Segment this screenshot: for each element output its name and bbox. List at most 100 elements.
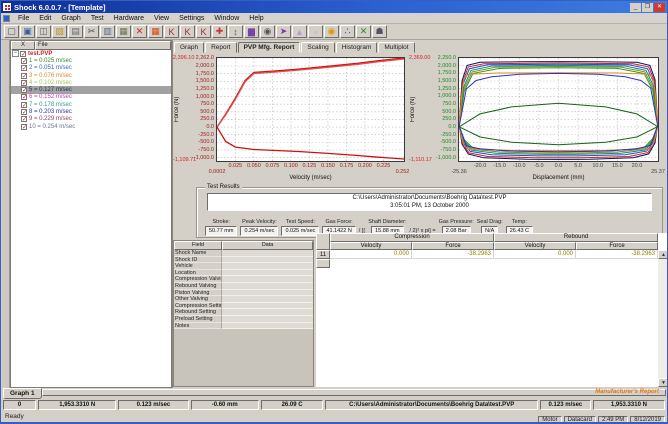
menu-edit[interactable]: Edit	[35, 15, 55, 22]
field-value-cell[interactable]	[222, 263, 313, 270]
close-test-button[interactable]: ✕	[356, 25, 371, 38]
new-file-button[interactable]: ▢	[4, 25, 19, 38]
checkbox-icon[interactable]: ✓	[21, 116, 27, 122]
close-button[interactable]: ✕	[654, 3, 665, 12]
tree-root-item[interactable]: −✓test.PVP	[11, 50, 171, 57]
field-value-cell[interactable]	[222, 316, 313, 323]
tab-scaling[interactable]: Scaling	[301, 42, 334, 53]
tree-item-8[interactable]: ✓8 = 0.203 m/sec	[11, 108, 171, 115]
tab-multiplot[interactable]: Multiplot	[378, 42, 414, 53]
checkbox-icon[interactable]: ✓	[21, 58, 27, 64]
tree-item-7[interactable]: ✓7 = 0.178 m/sec	[11, 101, 171, 108]
user-button[interactable]: ☗	[372, 25, 387, 38]
scroll-track[interactable]	[658, 259, 668, 378]
print-preview-button[interactable]: ◫	[36, 25, 51, 38]
snapshot-button[interactable]: ◉	[260, 25, 275, 38]
tree-item-9[interactable]: ✓9 = 0.229 m/sec	[11, 116, 171, 123]
tree-item-10[interactable]: ✓10 = 0.254 m/sec	[11, 123, 171, 130]
checkbox-icon[interactable]: ✓	[21, 80, 27, 86]
table-scrollbar[interactable]: ▲▼	[658, 250, 668, 387]
menu-window[interactable]: Window	[210, 15, 243, 22]
checkbox-icon[interactable]: ✓	[21, 73, 27, 79]
vertical-cursor-button[interactable]: ↕	[228, 25, 243, 38]
field-value-cell[interactable]	[222, 323, 313, 330]
warning-button[interactable]: ▲	[292, 25, 307, 38]
tab-graph[interactable]: Graph	[174, 42, 204, 53]
delete-icon: ✕	[136, 26, 144, 37]
checkbox-icon[interactable]: ✓	[20, 51, 26, 57]
peak-marker-2-button[interactable]: K	[180, 25, 195, 38]
menu-help[interactable]: Help	[245, 15, 267, 22]
tab-histogram[interactable]: Histogram	[336, 42, 378, 53]
graph1-tab[interactable]: Graph 1	[3, 388, 42, 399]
tree-item-6[interactable]: ✓6 = 0.152 m/sec	[11, 94, 171, 101]
tab-report[interactable]: Report	[205, 42, 237, 53]
peak-marker-1-button[interactable]: K	[164, 25, 179, 38]
test-field-peak-velocity-: Peak Velocity:0.254 m/sec	[240, 219, 278, 236]
blank-button[interactable]: ▫	[308, 25, 323, 38]
cut-button[interactable]: ✂	[84, 25, 99, 38]
tree-item-4[interactable]: ✓4 = 0.102 m/sec	[11, 79, 171, 86]
menu-graph[interactable]: Graph	[57, 15, 84, 22]
field-value-cell[interactable]	[222, 290, 313, 297]
crosshair-button[interactable]: ✚	[212, 25, 227, 38]
field-value-cell[interactable]	[222, 309, 313, 316]
tab-pvp-mfg-report[interactable]: PVP Mfg. Report	[238, 42, 301, 53]
scroll-down-icon[interactable]: ▼	[658, 378, 668, 387]
field-value-cell[interactable]	[222, 296, 313, 303]
checkbox-icon[interactable]: ✓	[21, 109, 27, 115]
displacement-force-chart[interactable]: 2,250.02,000.01,750.01,500.01,250.01,000…	[409, 53, 667, 186]
peak-marker-3-button[interactable]: K	[196, 25, 211, 38]
print-button[interactable]: ▤	[68, 25, 83, 38]
checkbox-icon[interactable]: ✓	[21, 102, 27, 108]
save-button[interactable]: ▣	[20, 25, 35, 38]
field-name: Rebound Valving	[174, 283, 222, 290]
checkbox-icon[interactable]: ✓	[21, 87, 27, 93]
paste-button[interactable]: ▦	[116, 25, 131, 38]
tree-item-2[interactable]: ✓2 = 0.051 m/sec	[11, 65, 171, 72]
bottom-tab-row: Graph 1	[1, 388, 667, 399]
y-tick: 250.0	[409, 116, 456, 122]
tree-header-check[interactable]: X	[11, 41, 35, 50]
minimize-button[interactable]: _	[630, 3, 641, 12]
field-value-cell[interactable]	[222, 303, 313, 310]
scatter-button[interactable]: ∴	[340, 25, 355, 38]
checkbox-icon[interactable]: ✓	[21, 65, 27, 71]
tools-button[interactable]: ➤	[276, 25, 291, 38]
field-value-cell[interactable]	[222, 270, 313, 277]
child-window-icon[interactable]	[3, 15, 10, 22]
manufacturers-report-link[interactable]: Manufacturer's Report	[595, 389, 659, 395]
field-value-cell[interactable]	[222, 283, 313, 290]
tree-item-1[interactable]: ✓1 = 0.025 m/sec	[11, 57, 171, 64]
tree-expander-icon[interactable]: −	[12, 50, 19, 57]
field-value-cell[interactable]	[222, 257, 313, 264]
velocity-force-chart-plot[interactable]	[217, 58, 404, 161]
checkbox-icon[interactable]: ✓	[21, 94, 27, 100]
scroll-up-icon[interactable]: ▲	[658, 250, 668, 259]
data-grid-button[interactable]: ▦	[148, 25, 163, 38]
data-row-number[interactable]: 11	[316, 250, 330, 259]
field-value-cell[interactable]	[222, 276, 313, 283]
menu-file[interactable]: File	[14, 15, 33, 22]
tree-item-5[interactable]: ✓5 = 0.127 m/sec	[11, 86, 171, 93]
tree-item-3[interactable]: ✓3 = 0.076 m/sec	[11, 72, 171, 79]
y-tick: -500.0	[409, 139, 456, 145]
open-file-button[interactable]: ▨	[52, 25, 67, 38]
velocity-force-chart[interactable]: 2,262.02,000.01,750.01,500.01,250.01,000…	[173, 53, 409, 186]
sub-header-force-3: Force	[576, 242, 658, 250]
tree-item-label: 6 = 0.152 m/sec	[29, 94, 72, 100]
copy-button[interactable]: ▥	[100, 25, 115, 38]
field-value-cell[interactable]	[222, 250, 313, 257]
menu-hardware[interactable]: Hardware	[110, 15, 148, 22]
menu-settings[interactable]: Settings	[175, 15, 208, 22]
checkbox-icon[interactable]: ✓	[21, 124, 27, 130]
displacement-force-chart-plot[interactable]	[459, 58, 658, 161]
tree-item-label: 8 = 0.203 m/sec	[29, 109, 72, 115]
delete-button[interactable]: ✕	[132, 25, 147, 38]
chart-button[interactable]: ▆	[244, 25, 259, 38]
maximize-button[interactable]: ❐	[642, 3, 653, 12]
menu-view[interactable]: View	[150, 15, 173, 22]
zoom-button[interactable]: ◉	[324, 25, 339, 38]
tree-header-file[interactable]: File	[35, 41, 171, 50]
menu-test[interactable]: Test	[87, 15, 108, 22]
